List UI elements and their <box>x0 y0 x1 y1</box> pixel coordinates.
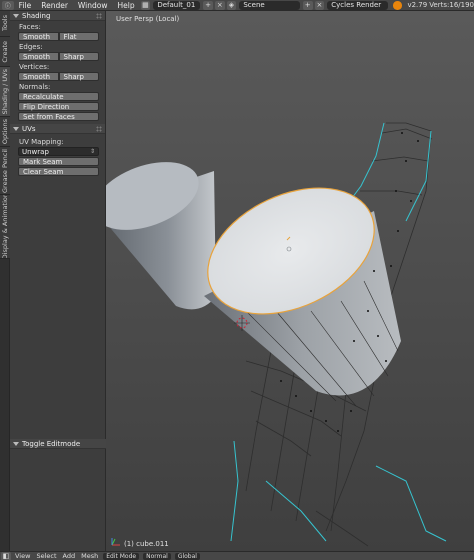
3d-viewport[interactable]: User Persp (Local) (1) cube.011 <box>106 11 474 551</box>
normals-label: Normals: <box>19 83 51 91</box>
selected-cylinder[interactable] <box>188 163 401 407</box>
active-object-label: (1) cube.011 <box>124 540 169 548</box>
version-label: v2.79 <box>407 1 428 9</box>
scene-stats: Verts:16/190 <box>429 1 474 9</box>
screen-layout-icon[interactable]: ▦ <box>140 0 151 10</box>
collapse-arrow-icon <box>13 441 19 446</box>
tab-create[interactable]: Create <box>0 37 10 67</box>
scene-icon[interactable]: ◈ <box>226 0 237 10</box>
recalculate-button[interactable]: Recalculate <box>18 92 99 101</box>
scene-field[interactable]: Scene <box>239 0 300 10</box>
shading-panel-title: Shading <box>22 11 51 20</box>
vertices-label: Vertices: <box>19 63 50 71</box>
render-engine-dropdown[interactable]: Cycles Render <box>327 0 388 10</box>
editor-type-icon[interactable]: ⓘ <box>2 0 14 10</box>
set-from-faces-button[interactable]: Set from Faces <box>18 112 99 121</box>
remove-scene-button[interactable]: × <box>314 0 325 10</box>
toggle-editmode-label: Toggle Editmode <box>22 439 81 448</box>
tab-options[interactable]: Options <box>0 117 10 147</box>
edges-label: Edges: <box>19 43 43 51</box>
drag-handle-icon[interactable] <box>96 125 102 132</box>
tab-grease-pencil[interactable]: Grease Pencil <box>0 147 10 195</box>
tool-tabs: Tools Create Shading / UVs Options Greas… <box>0 11 10 551</box>
menu-add[interactable]: Add <box>63 552 76 560</box>
tab-shading-uvs[interactable]: Shading / UVs <box>0 67 10 117</box>
editor-type-icon[interactable]: ◧ <box>1 552 11 560</box>
tab-tools[interactable]: Tools <box>0 11 10 37</box>
flip-direction-button[interactable]: Flip Direction <box>18 102 99 111</box>
menu-view[interactable]: View <box>15 552 30 560</box>
toggle-editmode-header[interactable]: Toggle Editmode <box>10 439 106 449</box>
mode-dropdown[interactable]: Edit Mode <box>103 552 140 560</box>
collapse-arrow-icon <box>13 126 19 131</box>
uv-mapping-value: Unwrap <box>22 147 49 156</box>
tool-shelf: Shading Faces: Smooth Flat Edges: Smooth… <box>10 11 106 551</box>
edges-smooth-button[interactable]: Smooth <box>18 52 59 61</box>
menu-render[interactable]: Render <box>36 1 73 10</box>
drag-handle-icon[interactable] <box>96 12 102 19</box>
info-header: ⓘ File Render Window Help ▦ Default_01 +… <box>0 0 474 11</box>
pivot-dropdown[interactable]: Normal <box>143 552 171 560</box>
add-layout-button[interactable]: + <box>203 0 213 10</box>
uv-mapping-label: UV Mapping: <box>19 138 64 146</box>
collapse-arrow-icon <box>13 13 19 18</box>
vertices-sharp-button[interactable]: Sharp <box>58 72 99 81</box>
uv-mapping-dropdown[interactable]: Unwrap ⇕ <box>18 147 99 156</box>
menu-mesh[interactable]: Mesh <box>81 552 98 560</box>
faces-label: Faces: <box>19 23 41 31</box>
menu-file[interactable]: File <box>14 1 37 10</box>
menu-help[interactable]: Help <box>113 1 140 10</box>
axis-orientation-icon <box>111 538 120 546</box>
screen-layout-field[interactable]: Default_01 <box>153 0 201 10</box>
uvs-panel-header[interactable]: UVs <box>10 124 105 134</box>
tab-display-animation[interactable]: Display & Animation <box>0 195 10 259</box>
add-scene-button[interactable]: + <box>302 0 313 10</box>
faces-flat-button[interactable]: Flat <box>58 32 99 41</box>
clear-seam-button[interactable]: Clear Seam <box>18 167 99 176</box>
view-name-label: User Persp (Local) <box>116 15 180 23</box>
menu-window[interactable]: Window <box>73 1 113 10</box>
menu-select[interactable]: Select <box>36 552 56 560</box>
edges-sharp-button[interactable]: Sharp <box>58 52 99 61</box>
chevron-updown-icon: ⇕ <box>89 148 95 155</box>
shading-panel-header[interactable]: Shading <box>10 11 105 21</box>
uvs-panel-title: UVs <box>22 124 36 133</box>
left-cylinder[interactable] <box>106 149 216 310</box>
blender-logo-icon <box>392 0 403 10</box>
vertices-smooth-button[interactable]: Smooth <box>18 72 59 81</box>
mark-seam-button[interactable]: Mark Seam <box>18 157 99 166</box>
faces-smooth-button[interactable]: Smooth <box>18 32 59 41</box>
3d-view-header: ◧ View Select Add Mesh Edit Mode Normal … <box>0 551 474 560</box>
orientation-dropdown[interactable]: Global <box>174 552 200 560</box>
remove-layout-button[interactable]: × <box>214 0 225 10</box>
